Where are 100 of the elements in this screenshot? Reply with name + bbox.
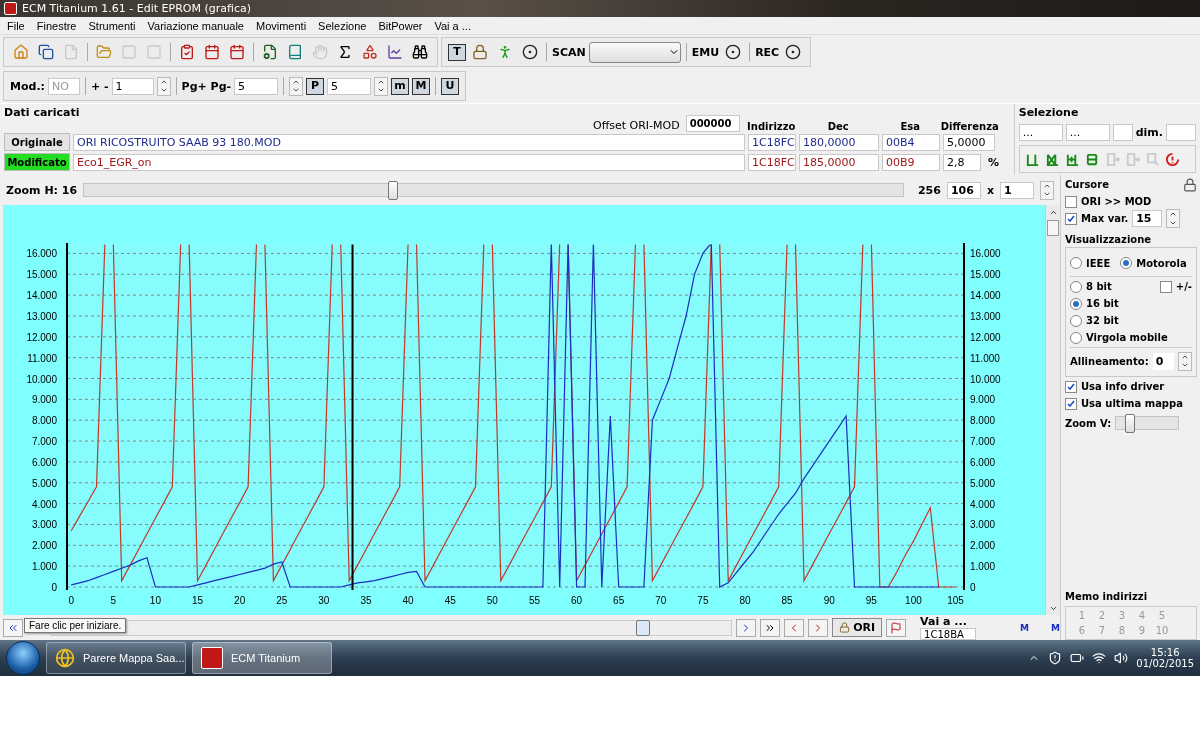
checkbox[interactable] xyxy=(1065,195,1077,208)
clock[interactable]: 15:16 01/02/2015 xyxy=(1136,647,1194,669)
decimal-field[interactable]: 180,0000 xyxy=(799,133,879,151)
spin-button[interactable] xyxy=(156,76,171,96)
scan-dropdown[interactable] xyxy=(588,41,681,63)
radio-button[interactable] xyxy=(1120,257,1133,269)
zoom-slider[interactable] xyxy=(1115,416,1180,430)
shield-icon[interactable] xyxy=(1048,651,1063,665)
decimal-field[interactable]: 185,0000 xyxy=(799,153,879,171)
memory-key[interactable]: M xyxy=(1051,622,1061,633)
menu-item[interactable]: Movimenti xyxy=(251,19,312,32)
selection-field[interactable]: ... xyxy=(1018,123,1063,141)
max-var-field[interactable]: 15 xyxy=(1132,210,1163,227)
axis-label: 30 xyxy=(318,595,330,606)
axis-label: 4.000 xyxy=(31,498,57,510)
checkbox[interactable] xyxy=(1065,397,1077,410)
checkbox-label: Usa info driver xyxy=(1081,381,1165,392)
memory-key[interactable]: M xyxy=(1020,622,1030,633)
alignment-field[interactable]: 0 xyxy=(1152,352,1175,370)
checkbox-label: +/- xyxy=(1175,281,1192,292)
axis-label: 25 xyxy=(276,595,288,606)
menu-item[interactable]: BitPower xyxy=(373,19,428,32)
menu-item[interactable]: Variazione manuale xyxy=(142,19,249,32)
key-button[interactable]: U xyxy=(441,77,460,95)
page-label: Pg+ Pg- xyxy=(181,79,232,93)
goto-field[interactable]: 1C18BA xyxy=(920,628,977,640)
taskbar-task[interactable]: ECM Titanium xyxy=(192,642,332,674)
selection-field[interactable]: ... xyxy=(1065,123,1110,141)
axis-label: 10 xyxy=(149,595,161,606)
flag-icon[interactable] xyxy=(890,621,903,634)
axis-label: 14.000 xyxy=(26,290,57,302)
step-label: + - xyxy=(90,79,109,93)
checkbox[interactable] xyxy=(1065,380,1077,393)
menu-item[interactable]: Vai a ... xyxy=(429,19,476,32)
radio-button[interactable] xyxy=(1070,314,1082,327)
key-button[interactable]: M xyxy=(412,77,431,95)
menu-item[interactable]: Strumenti xyxy=(83,19,141,32)
battery-icon[interactable] xyxy=(1070,651,1085,665)
row-label[interactable]: Originale xyxy=(4,133,70,151)
next-button[interactable] xyxy=(736,618,757,637)
ori-button[interactable]: ORI xyxy=(832,618,883,637)
menu-item[interactable]: Selezione xyxy=(313,19,372,32)
checkbox[interactable] xyxy=(1065,212,1077,225)
t-key-button[interactable]: T xyxy=(448,43,466,61)
radio-button[interactable] xyxy=(1070,257,1082,269)
step-field[interactable]: 1 xyxy=(111,77,154,95)
lock-icon[interactable] xyxy=(839,622,851,633)
lock-icon[interactable] xyxy=(1183,177,1197,192)
axis-label: 3.000 xyxy=(31,519,57,531)
slider-thumb[interactable] xyxy=(388,181,398,200)
spin-button[interactable] xyxy=(1178,351,1192,371)
row-label[interactable]: Modificato xyxy=(4,153,70,171)
file-name-field[interactable]: ORI RICOSTRUITO SAAB 93 180.MOD xyxy=(73,133,745,151)
dim-field[interactable] xyxy=(1166,123,1196,141)
radio-button[interactable] xyxy=(1070,297,1082,310)
hex-field[interactable]: 00B4 xyxy=(882,133,940,151)
address-field[interactable]: 1C18FC xyxy=(748,153,796,171)
speaker-icon[interactable] xyxy=(1114,651,1129,665)
menu-item[interactable]: Finestre xyxy=(31,19,82,32)
count-field[interactable]: 106 xyxy=(946,181,981,199)
taskbar-task[interactable]: Parere Mappa Saa... xyxy=(46,642,186,674)
axis-label: 14.000 xyxy=(970,290,1001,302)
selection-field[interactable] xyxy=(1112,123,1133,141)
p-key-button[interactable]: P xyxy=(306,77,325,95)
axis-label: 40 xyxy=(402,595,414,606)
rec-label: REC xyxy=(755,45,780,59)
zoom-label: Zoom V: xyxy=(1065,417,1112,429)
signal-icon[interactable] xyxy=(1092,651,1107,665)
page-field[interactable]: 5 xyxy=(234,77,279,95)
unit-label: % xyxy=(988,155,1000,169)
p-field[interactable]: 5 xyxy=(327,77,372,95)
menu-item[interactable]: File xyxy=(2,19,30,32)
axis-label: 12.000 xyxy=(26,331,57,343)
file-name-field[interactable]: Eco1_EGR_on xyxy=(73,153,745,171)
times-label: x xyxy=(986,183,994,197)
scroll-thumb[interactable] xyxy=(1047,220,1059,236)
radio-button[interactable] xyxy=(1070,331,1082,344)
key-button[interactable]: m xyxy=(391,77,410,95)
vertical-scrollbar[interactable] xyxy=(1045,205,1060,615)
checkbox-label: ORI >> MOD xyxy=(1081,196,1152,207)
spin-button[interactable] xyxy=(374,76,389,96)
radio-button[interactable] xyxy=(1070,280,1082,293)
flag-button[interactable] xyxy=(886,618,907,637)
axis-label: 65 xyxy=(613,595,625,606)
step-back-button[interactable] xyxy=(784,618,805,637)
last-button[interactable] xyxy=(760,618,781,637)
spin-button[interactable] xyxy=(289,76,304,96)
spin-button[interactable] xyxy=(1166,209,1181,228)
start-button[interactable] xyxy=(6,641,40,675)
hex-field[interactable]: 00B9 xyxy=(882,153,940,171)
axis-label: 95 xyxy=(865,595,877,606)
address-field[interactable]: 1C18FC xyxy=(748,133,796,151)
spin-button[interactable] xyxy=(1040,180,1054,200)
checkbox[interactable] xyxy=(1159,280,1172,293)
scroll-thumb[interactable] xyxy=(636,619,651,636)
factor-field[interactable]: 1 xyxy=(1000,181,1034,199)
difference-field[interactable]: 5,0000 xyxy=(943,133,995,151)
zoom-slider[interactable] xyxy=(83,183,904,197)
difference-field[interactable]: 2,8 xyxy=(943,153,981,171)
slider-thumb[interactable] xyxy=(1124,414,1135,433)
